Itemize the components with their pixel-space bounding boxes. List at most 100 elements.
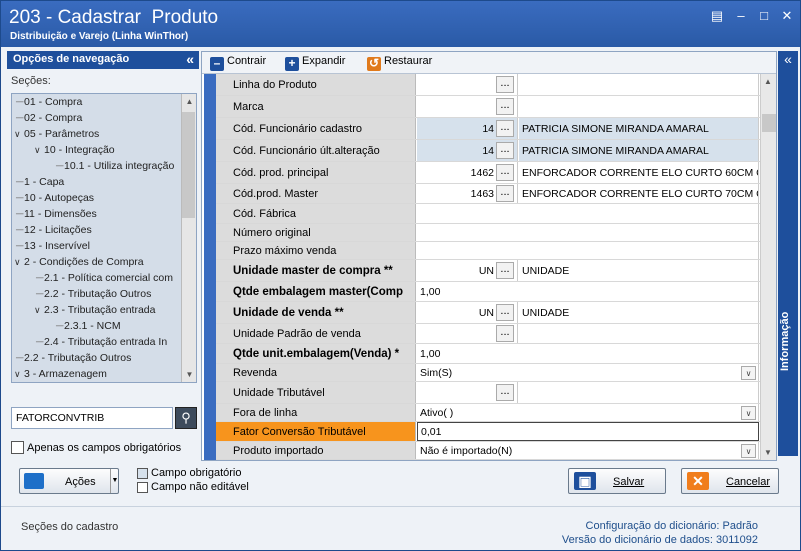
grid-left-bar — [204, 74, 216, 460]
lookup-button[interactable]: ... — [496, 120, 514, 137]
contrair-button[interactable]: – Contrair — [210, 55, 266, 71]
field-label: Número original — [216, 224, 416, 241]
title-bar[interactable]: 203 - Cadastrar Produto Distribuição e V… — [1, 1, 800, 47]
tree-scrollbar[interactable]: ▲ ▼ — [181, 94, 196, 382]
field-description: ENFORCADOR CORRENTE ELO CURTO 60CM GP — [519, 162, 759, 183]
minimize-icon[interactable]: – — [733, 9, 749, 23]
field-code-input[interactable]: ... — [417, 382, 518, 403]
close-icon[interactable]: ✕ — [779, 9, 795, 23]
grid-row: Qtde unit.embalagem(Venda) * 1,00 — [216, 344, 760, 364]
tree-item[interactable]: ─1 - Capa — [16, 176, 64, 188]
expandir-button[interactable]: + Expandir — [285, 55, 345, 71]
tree-item[interactable]: ─2.4 - Tributação entrada In — [36, 336, 167, 348]
restore-layout-icon[interactable]: ▤ — [709, 9, 725, 23]
actions-icon — [24, 473, 44, 489]
expand-info-icon[interactable]: « — [778, 51, 798, 67]
tree-item[interactable]: ∨ 2.3 - Tributação entrada — [34, 304, 156, 316]
tree-scroll-thumb[interactable] — [182, 112, 195, 218]
search-input[interactable]: FATORCONVTRIB — [11, 407, 173, 429]
field-code-input[interactable]: 14... — [417, 140, 518, 161]
scroll-down-icon[interactable]: ▼ — [182, 367, 196, 382]
expand-toggle-icon[interactable]: ∨ — [34, 305, 44, 316]
tree-connector: ─ — [16, 224, 24, 236]
tree-item[interactable]: ─2.1 - Política comercial com — [36, 272, 173, 284]
field-code-input[interactable]: UN... — [417, 260, 518, 281]
tree-item[interactable]: ─2.3.1 - NCM — [56, 320, 121, 332]
expand-toggle-icon[interactable]: ∨ — [14, 257, 24, 268]
field-select[interactable]: Ativo( ) ∨ — [417, 404, 759, 421]
lookup-button[interactable]: ... — [496, 76, 514, 93]
tree-connector: ─ — [16, 176, 24, 188]
tree-item[interactable]: ─13 - Inservível — [16, 240, 90, 252]
expand-toggle-icon[interactable]: ∨ — [34, 145, 44, 156]
grid-scroll-down-icon[interactable]: ▼ — [761, 445, 775, 460]
chevron-down-icon[interactable]: ∨ — [741, 406, 756, 420]
field-description: ENFORCADOR CORRENTE ELO CURTO 70CM GP — [519, 184, 759, 203]
chevron-down-icon[interactable]: ∨ — [741, 366, 756, 380]
tree-item[interactable]: ─11 - Dimensões — [16, 208, 97, 220]
tree-item[interactable]: ─2.2 - Tributação Outros — [36, 288, 151, 300]
field-code-input[interactable]: 1463... — [417, 184, 518, 203]
scroll-up-icon[interactable]: ▲ — [182, 94, 196, 109]
grid-row: Revenda Sim(S) ∨ — [216, 364, 760, 382]
restaurar-button[interactable]: ↺ Restaurar — [367, 55, 432, 71]
field-code-input[interactable]: ... — [417, 74, 518, 95]
tree-item[interactable]: ∨ 05 - Parâmetros — [14, 128, 99, 140]
grid-scroll-up-icon[interactable]: ▲ — [761, 74, 775, 89]
field-code-input[interactable]: UN... — [417, 302, 518, 323]
maximize-icon[interactable]: □ — [756, 9, 772, 23]
tree-item[interactable]: ─10.1 - Utiliza integração — [56, 160, 174, 172]
expand-toggle-icon[interactable]: ∨ — [14, 369, 24, 380]
field-code-input[interactable]: ... — [417, 324, 518, 343]
tree-connector: ─ — [16, 240, 24, 252]
lookup-button[interactable]: ... — [496, 384, 514, 401]
navigation-pane: Opções de navegação « Seções: ─01 - Comp… — [7, 51, 199, 461]
field-input[interactable]: 1,00 — [417, 282, 759, 301]
chevron-down-icon[interactable]: ▼ — [110, 469, 119, 493]
field-value: 1,00 — [420, 285, 441, 298]
tree-item[interactable]: ─02 - Compra — [16, 112, 82, 124]
lookup-button[interactable]: ... — [496, 262, 514, 279]
field-value: Sim(S) — [420, 366, 453, 379]
lookup-button[interactable]: ... — [496, 164, 514, 181]
grid-scrollbar[interactable]: ▲ ▼ — [760, 74, 776, 460]
sections-tree[interactable]: ─01 - Compra ─02 - Compra ∨ 05 - Parâmetros… — [11, 93, 197, 383]
field-input[interactable]: 1,00 — [417, 344, 759, 363]
tree-item-label: 10 - Autopeças — [24, 192, 95, 204]
field-code-input[interactable]: ... — [417, 96, 518, 117]
cancel-icon: ✕ — [687, 472, 709, 490]
lookup-button[interactable]: ... — [496, 325, 514, 342]
collapse-nav-icon[interactable]: « — [186, 51, 194, 67]
field-input[interactable] — [417, 224, 759, 241]
lookup-button[interactable]: ... — [496, 185, 514, 202]
field-code-input[interactable]: 14... — [417, 118, 518, 139]
field-code-input[interactable]: 1462... — [417, 162, 518, 183]
tree-item[interactable]: ─12 - Licitações — [16, 224, 92, 236]
field-input[interactable]: 0,01 — [417, 422, 759, 441]
lookup-button[interactable]: ... — [496, 142, 514, 159]
tree-item[interactable]: ─2.2 - Tributação Outros — [16, 352, 131, 364]
field-select[interactable]: Sim(S) ∨ — [417, 364, 759, 381]
tree-item[interactable]: ─01 - Compra — [16, 96, 82, 108]
tree-item[interactable]: ∨ 10 - Integração — [34, 144, 115, 156]
property-grid[interactable]: Linha do Produto... Marca... Cód. Funcioná… — [216, 74, 760, 460]
info-panel[interactable]: « — [778, 51, 798, 456]
tree-item[interactable]: ∨ 2 - Condições de Compra — [14, 256, 144, 268]
grid-scroll-thumb[interactable] — [762, 114, 776, 132]
expand-toggle-icon[interactable]: ∨ — [14, 129, 24, 140]
dict-version-value: 3011092 — [715, 534, 758, 546]
salvar-button[interactable]: ▣ Salvar — [568, 468, 666, 494]
field-label: Unidade Padrão de venda — [216, 324, 416, 343]
lookup-button[interactable]: ... — [496, 304, 514, 321]
cancelar-button[interactable]: ✕ Cancelar — [681, 468, 779, 494]
only-required-checkbox[interactable] — [11, 441, 24, 454]
field-input[interactable] — [417, 204, 759, 223]
tree-item[interactable]: ∨ 3 - Armazenagem — [14, 368, 107, 380]
search-icon[interactable]: ⚲ — [175, 407, 197, 429]
field-select[interactable]: Não é importado(N) ∨ — [417, 442, 759, 459]
chevron-down-icon[interactable]: ∨ — [741, 444, 756, 458]
lookup-button[interactable]: ... — [496, 98, 514, 115]
tree-item[interactable]: ─10 - Autopeças — [16, 192, 94, 204]
field-input[interactable] — [417, 242, 759, 259]
acoes-button[interactable]: Ações ▼ — [19, 468, 119, 494]
